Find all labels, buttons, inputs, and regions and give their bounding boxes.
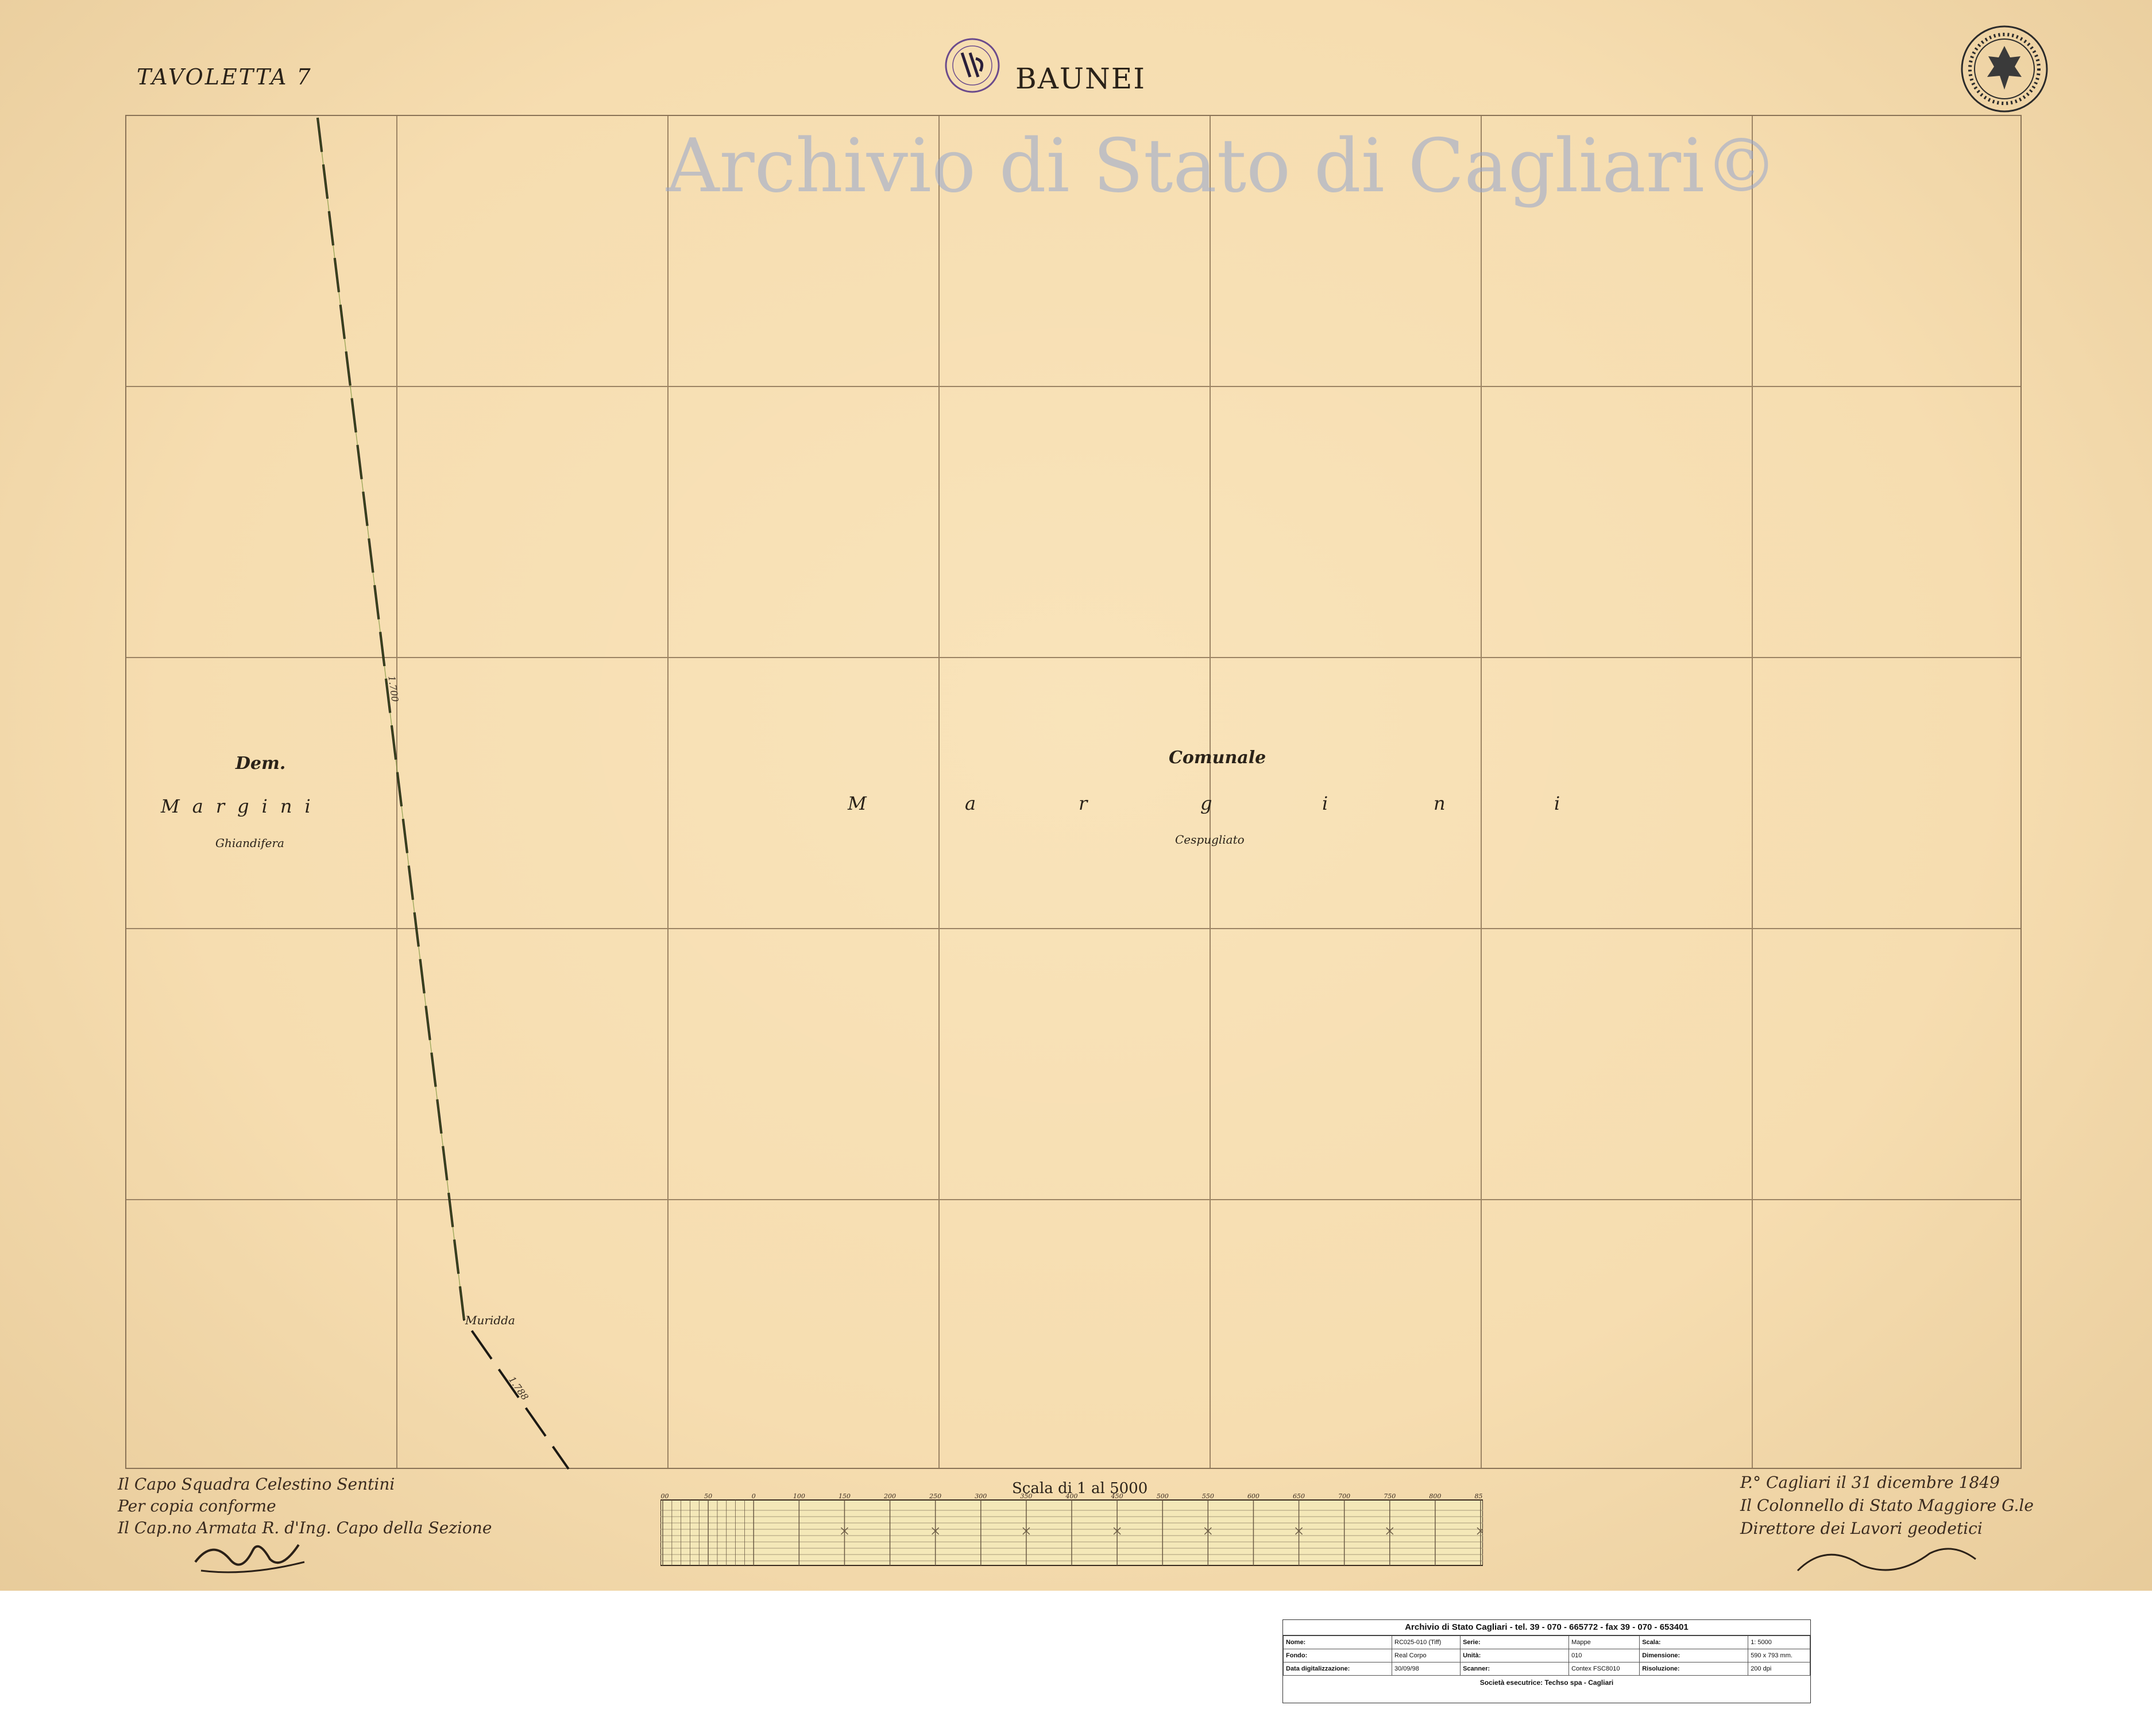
info-value: 200 dpi xyxy=(1748,1662,1810,1676)
scale-tick-label: 850 xyxy=(1475,1493,1483,1500)
info-value: Real Corpo xyxy=(1391,1649,1461,1662)
info-key: Serie: xyxy=(1460,1636,1570,1649)
date-line: Il Colonnello di Stato Maggiore G.le xyxy=(1740,1496,2034,1515)
info-key: Risoluzione: xyxy=(1639,1662,1749,1676)
archive-info-panel: Archivio di Stato Cagliari - tel. 39 - 0… xyxy=(1282,1619,1811,1703)
table-row: Data digitalizzazione: 30/09/98 Scanner:… xyxy=(1283,1662,1810,1676)
region-right-letter: a xyxy=(965,792,976,814)
scale-tick-label: 50 xyxy=(704,1493,712,1500)
scale-tick-label: 300 xyxy=(975,1493,987,1500)
info-value: Contex FSC8010 xyxy=(1568,1662,1640,1676)
scale-tick-label: 0 xyxy=(752,1493,756,1500)
info-value: 30/09/98 xyxy=(1391,1662,1461,1676)
info-key: Scanner: xyxy=(1460,1662,1570,1676)
region-right-letter: n xyxy=(1434,792,1446,814)
info-table: Nome: RC025-010 (Tiff) Serie: Mappe Scal… xyxy=(1283,1636,1810,1676)
scale-tick-label: 500 xyxy=(1157,1493,1169,1500)
watermark: Archivio di Stato di Cagliari© xyxy=(666,123,1778,209)
region-right-letter: i xyxy=(1322,792,1328,814)
info-value: RC025-010 (Tiff) xyxy=(1391,1636,1461,1649)
scale-tick-label: 700 xyxy=(1338,1493,1350,1500)
scale-tick-label: 800 xyxy=(1429,1493,1441,1500)
scale-tick-label: 350 xyxy=(1020,1493,1032,1500)
region-left-name: Margini xyxy=(161,795,323,817)
info-footer: Società esecutrice: Techso spa - Cagliar… xyxy=(1479,1679,1614,1687)
info-key: Nome: xyxy=(1283,1636,1392,1649)
region-right-abbr: Comunale xyxy=(1169,748,1266,768)
region-right-letter: g xyxy=(1200,792,1212,814)
scale-tick-label: 100 xyxy=(660,1493,669,1500)
info-header: Archivio di Stato Cagliari - tel. 39 - 0… xyxy=(1283,1620,1810,1636)
info-key: Data digitalizzazione: xyxy=(1283,1662,1392,1676)
table-row: Fondo: Real Corpo Unità: 010 Dimensione:… xyxy=(1283,1649,1810,1662)
scale-tick-label: 600 xyxy=(1247,1493,1259,1500)
scale-bar: 1005001001502002503003504004505005506006… xyxy=(660,1493,1483,1566)
boundary-point-name: Muridda xyxy=(465,1313,515,1327)
scale-tick-label: 250 xyxy=(929,1493,941,1500)
scale-tick-label: 450 xyxy=(1111,1493,1123,1500)
scale-tick-label: 750 xyxy=(1384,1493,1396,1500)
info-key: Fondo: xyxy=(1283,1649,1392,1662)
region-right-letter: M xyxy=(848,792,867,814)
scale-tick-label: 650 xyxy=(1293,1493,1305,1500)
info-key: Scala: xyxy=(1639,1636,1749,1649)
date-block: P.° Cagliari il 31 dicembre 1849 Il Colo… xyxy=(1740,1471,2034,1540)
signature-right-icon xyxy=(1796,1548,1976,1572)
table-row: Nome: RC025-010 (Tiff) Serie: Mappe Scal… xyxy=(1283,1636,1810,1649)
signature-left-icon xyxy=(194,1544,305,1573)
region-left-subtitle: Ghiandifera xyxy=(215,836,284,850)
scale-tick-label: 200 xyxy=(883,1493,896,1500)
info-value: Mappe xyxy=(1568,1636,1640,1649)
region-right-letter: i xyxy=(1554,792,1560,814)
scale-tick-label: 550 xyxy=(1202,1493,1214,1500)
info-key: Dimensione: xyxy=(1639,1649,1749,1662)
scale-tick-label: 150 xyxy=(839,1493,851,1500)
info-value: 010 xyxy=(1568,1649,1640,1662)
scale-tick-label: 100 xyxy=(793,1493,805,1500)
info-value: 1: 5000 xyxy=(1748,1636,1810,1649)
certification-line: Per copia conforme xyxy=(118,1497,276,1515)
date-line: P.° Cagliari il 31 dicembre 1849 xyxy=(1740,1473,2000,1492)
region-right-letter: r xyxy=(1079,792,1088,814)
scale-tick-label: 400 xyxy=(1065,1493,1078,1500)
certification-line: Il Capo Squadra Celestino Sentini xyxy=(118,1475,395,1494)
region-right-subtitle: Cespugliato xyxy=(1175,833,1245,846)
info-value: 590 x 793 mm. xyxy=(1748,1649,1810,1662)
info-key: Unità: xyxy=(1460,1649,1570,1662)
region-left-abbr: Dem. xyxy=(235,753,286,774)
